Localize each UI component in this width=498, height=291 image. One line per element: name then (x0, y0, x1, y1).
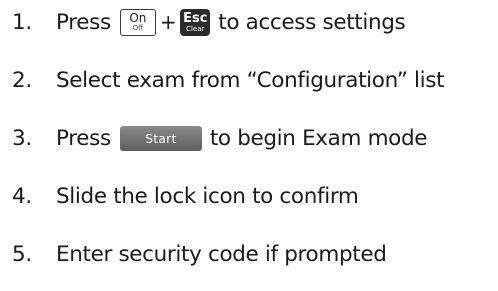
off-key-sublabel: Off (132, 24, 144, 32)
step-number: 5. (12, 241, 32, 267)
step-5: 5. Enter security code if prompted (12, 237, 387, 271)
step-3: 3. Press Start to begin Exam mode (12, 121, 428, 155)
step-text: Enter security code if prompted (56, 241, 387, 267)
step-text: Select exam from “Configuration” list (56, 67, 445, 93)
plus-sign: + (159, 10, 177, 34)
clear-key-sublabel: Clear (186, 24, 205, 33)
on-off-key: On Off (119, 8, 156, 36)
step-text: Press On Off + Esc Clear to access setti… (56, 8, 406, 36)
on-key-label: On (129, 11, 147, 25)
esc-key-label: Esc (183, 10, 208, 26)
step-text: Slide the lock icon to confirm (56, 183, 359, 209)
esc-clear-key: Esc Clear (180, 8, 211, 36)
step-2: 2. Select exam from “Configuration” list (12, 63, 445, 97)
step-number: 2. (12, 67, 32, 93)
step-1: 1. Press On Off + Esc Clear to access se… (12, 5, 406, 39)
step-text: Press Start to begin Exam mode (56, 125, 428, 151)
step-number: 3. (12, 125, 32, 151)
step-number: 4. (12, 183, 32, 209)
step-4: 4. Slide the lock icon to confirm (12, 179, 359, 213)
step-text-before: Press (56, 125, 111, 151)
start-key: Start (119, 125, 202, 151)
step-text-after: to begin Exam mode (209, 125, 428, 151)
step-text-after: to access settings (218, 9, 406, 35)
step-text-before: Press (56, 9, 111, 35)
step-number: 1. (12, 9, 32, 35)
